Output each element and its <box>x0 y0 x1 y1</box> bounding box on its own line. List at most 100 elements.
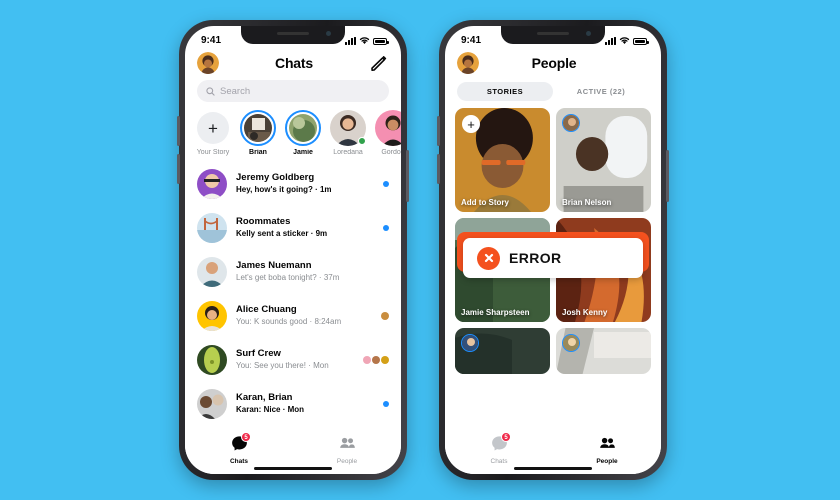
chat-time: 8:24am <box>314 317 342 327</box>
chat-time: Mon <box>313 361 329 371</box>
chat-preview: Karan: Nice <box>236 405 281 415</box>
tab-chats[interactable]: 5 Chats <box>445 432 553 465</box>
story-brian[interactable]: Brian <box>240 110 276 156</box>
status-badge: 5 <box>241 432 251 442</box>
volume-up-button[interactable] <box>437 116 440 146</box>
profile-avatar[interactable] <box>197 52 219 74</box>
avatar <box>197 257 227 287</box>
status-time: 9:41 <box>201 34 222 46</box>
segmented-control[interactable]: STORIES ACTIVE (22) <box>457 82 649 101</box>
table-row[interactable]: Roommates Kelly sent a sticker · 9m <box>195 206 391 250</box>
chat-name: Jeremy Goldberg <box>236 172 315 184</box>
chat-preview: You: K sounds good <box>236 317 308 327</box>
power-button[interactable] <box>406 150 409 202</box>
avatar <box>197 301 227 331</box>
app-header: People <box>445 50 661 80</box>
signal-bars-icon <box>345 36 356 45</box>
chat-name: Karan, Brian <box>236 392 293 404</box>
page-title: People <box>531 55 577 71</box>
stories-strip[interactable]: + Your Story Brian Jamie Loredana Gordo <box>185 110 401 162</box>
tab-label: Chats <box>490 458 508 465</box>
profile-avatar[interactable] <box>457 52 479 74</box>
add-story-icon[interactable]: + <box>197 112 229 144</box>
tab-active[interactable]: ACTIVE (22) <box>553 82 649 101</box>
story-label: Gordon <box>381 149 401 156</box>
people-icon <box>599 437 615 448</box>
story-label: Brian <box>249 149 267 156</box>
add-story-icon[interactable]: + <box>462 115 480 133</box>
table-row[interactable]: James Nuemann Let's get boba tonight? · … <box>195 250 391 294</box>
story-gordon[interactable]: Gordon <box>375 110 401 156</box>
speaker-grille <box>537 32 569 35</box>
error-dialog[interactable]: ERROR <box>463 238 643 278</box>
list-fade <box>185 422 401 434</box>
power-button[interactable] <box>666 150 669 202</box>
front-camera <box>586 31 591 36</box>
chat-preview: You: See you there! <box>236 361 306 371</box>
story-avatar <box>562 114 580 132</box>
left-phone-frame: 9:41 Chats Search + Your Story Brian Jam… <box>177 20 409 480</box>
story-card-brian-nelson[interactable]: Brian Nelson <box>556 108 651 212</box>
battery-icon <box>373 37 389 45</box>
home-indicator[interactable] <box>254 467 332 470</box>
status-badge: 5 <box>501 432 511 442</box>
tab-label: People <box>336 458 358 465</box>
tab-people[interactable]: People <box>553 435 661 465</box>
story-avatar <box>375 110 401 146</box>
unread-dot <box>383 401 389 407</box>
speaker-grille <box>277 32 309 35</box>
avatar <box>197 213 227 243</box>
front-camera <box>326 31 331 36</box>
story-caption: Jamie Sharpsteen <box>461 308 530 317</box>
table-row[interactable]: Alice Chuang You: K sounds good · 8:24am <box>195 294 391 338</box>
chat-time: 1m <box>319 185 332 195</box>
chat-time: 37m <box>323 273 340 283</box>
signal-bars-icon <box>605 36 616 45</box>
story-card-add-to-story[interactable]: + Add to Story <box>455 108 550 212</box>
tab-people[interactable]: People <box>293 435 401 465</box>
table-row[interactable]: Karan, Brian Karan: Nice · Mon <box>195 382 391 426</box>
error-message: ERROR <box>509 250 562 266</box>
chat-preview: Kelly sent a sticker <box>236 229 309 239</box>
story-avatar <box>289 114 317 142</box>
volume-up-button[interactable] <box>177 116 180 146</box>
search-placeholder: Search <box>220 85 251 97</box>
table-row[interactable]: Jeremy Goldberg Hey, how's it going? · 1… <box>195 162 391 206</box>
compose-icon[interactable] <box>369 53 389 73</box>
list-fade <box>445 422 661 434</box>
story-label: Jamie <box>293 149 313 156</box>
notch <box>241 26 345 44</box>
unread-dot <box>383 181 389 187</box>
status-time: 9:41 <box>461 34 482 46</box>
story-card-6[interactable] <box>556 328 651 374</box>
wifi-icon <box>619 36 630 44</box>
search-icon <box>206 86 215 96</box>
volume-down-button[interactable] <box>437 154 440 184</box>
story-card-5[interactable] <box>455 328 550 374</box>
wifi-icon <box>359 36 370 44</box>
avatar <box>197 169 227 199</box>
chat-name: Roommates <box>236 216 291 228</box>
people-icon <box>339 437 355 448</box>
unread-dot <box>383 225 389 231</box>
battery-icon <box>633 37 649 45</box>
chat-name: James Nuemann <box>236 260 312 272</box>
story-avatar <box>562 334 580 352</box>
story-jamie[interactable]: Jamie <box>285 110 321 156</box>
tab-chats[interactable]: 5 Chats <box>185 432 293 465</box>
seen-avatars <box>381 312 389 320</box>
story-loredana[interactable]: Loredana <box>330 110 366 156</box>
avatar <box>197 389 227 419</box>
home-indicator[interactable] <box>514 467 592 470</box>
volume-down-button[interactable] <box>177 154 180 184</box>
tab-stories[interactable]: STORIES <box>457 82 553 101</box>
chat-time: 9m <box>315 229 328 239</box>
table-row[interactable]: Surf Crew You: See you there! · Mon <box>195 338 391 382</box>
chat-time: Mon <box>287 405 305 415</box>
search-input[interactable]: Search <box>197 80 389 102</box>
chat-preview: Hey, how's it going? <box>236 185 313 195</box>
chat-name: Alice Chuang <box>236 304 297 316</box>
story-avatar <box>461 334 479 352</box>
story-your-story[interactable]: + Your Story <box>195 110 231 156</box>
notch <box>501 26 605 44</box>
